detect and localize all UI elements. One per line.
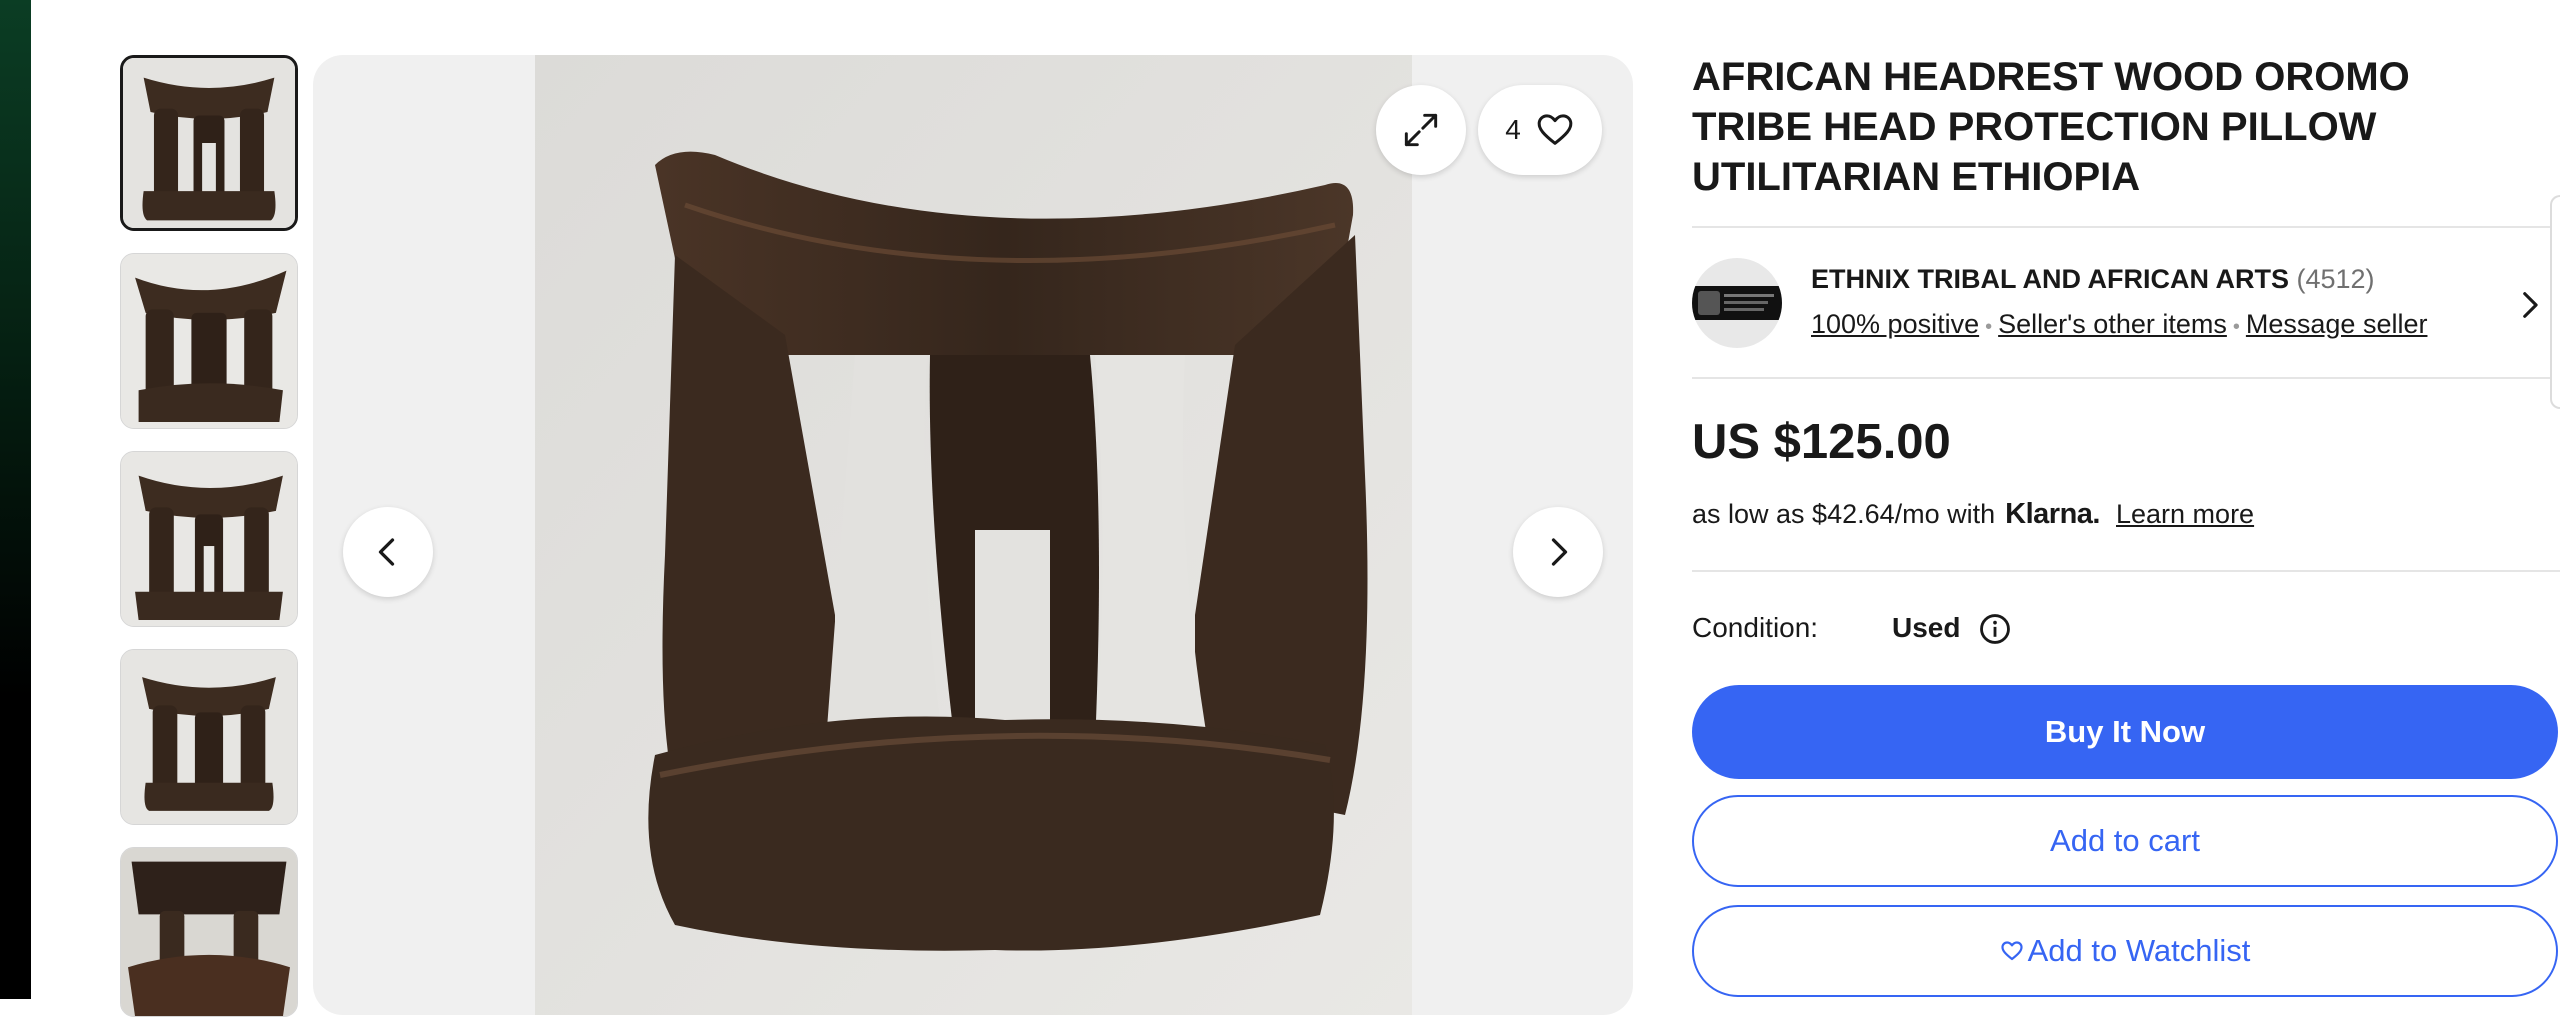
installment-text: as low as $42.64/mo with	[1692, 499, 1996, 529]
next-image-button[interactable]	[1513, 507, 1603, 597]
heart-icon	[1537, 114, 1573, 145]
seller-avatar[interactable]	[1692, 258, 1782, 348]
expand-icon	[1404, 113, 1438, 147]
thumbnail-image	[121, 650, 297, 824]
seller-positive-link[interactable]: 100% positive	[1811, 309, 1979, 339]
installment-info: as low as $42.64/mo with Klarna. Learn m…	[1692, 498, 2254, 531]
thumbnail-image	[121, 452, 297, 626]
add-to-cart-label: Add to cart	[2050, 823, 2200, 858]
seller-other-items-link[interactable]: Seller's other items	[1998, 309, 2227, 339]
main-product-photo[interactable]	[535, 55, 1412, 1015]
klarna-logo: Klarna.	[2005, 498, 2100, 530]
thumbnail-3[interactable]	[120, 451, 298, 627]
message-seller-link[interactable]: Message seller	[2246, 309, 2428, 339]
thumbnail-5[interactable]	[120, 847, 298, 1017]
chevron-right-icon[interactable]	[2512, 285, 2546, 325]
condition-label: Condition:	[1692, 612, 1819, 643]
condition-value: Used	[1892, 612, 1961, 643]
watch-count: 4	[1505, 114, 1521, 145]
learn-more-link[interactable]: Learn more	[2116, 499, 2254, 530]
divider	[1692, 377, 2560, 379]
expand-button[interactable]	[1376, 85, 1466, 175]
chevron-right-icon	[1551, 538, 1568, 566]
buy-it-now-button[interactable]: Buy It Now	[1692, 685, 2558, 779]
divider	[1692, 570, 2560, 572]
thumbnail-image	[121, 848, 297, 1016]
seller-info: ETHNIX TRIBAL AND AFRICAN ARTS (4512)	[1811, 264, 2375, 295]
heart-icon	[2000, 941, 2023, 961]
seller-feedback-count: (4512)	[2296, 264, 2375, 294]
item-price: US $125.00	[1692, 415, 1951, 469]
add-to-watchlist-button[interactable]: Add to Watchlist	[1692, 905, 2558, 997]
seller-logo-image	[1692, 286, 1782, 320]
thumbnail-2[interactable]	[120, 253, 298, 429]
buy-it-now-label: Buy It Now	[2044, 714, 2206, 749]
info-icon[interactable]	[1978, 612, 2012, 646]
thumbnail-image	[123, 58, 295, 228]
side-panel-edge	[2550, 195, 2560, 409]
thumbnail-1[interactable]	[120, 55, 298, 231]
seller-name[interactable]: ETHNIX TRIBAL AND AFRICAN ARTS	[1811, 264, 2289, 294]
seller-links: 100% positive • Seller's other items • Messa…	[1811, 309, 2427, 340]
previous-image-button[interactable]	[343, 507, 433, 597]
separator-dot: •	[2232, 316, 2240, 338]
headrest-photo	[535, 55, 1412, 1015]
chevron-left-icon	[378, 538, 395, 566]
background-window-strip	[0, 0, 31, 999]
listing-title: AFRICAN HEADREST WOOD OROMO TRIBE HEAD P…	[1692, 55, 2410, 199]
watch-count-button[interactable]: 4	[1478, 85, 1602, 175]
thumbnail-4[interactable]	[120, 649, 298, 825]
divider	[1692, 226, 2560, 228]
add-to-watchlist-label: Add to Watchlist	[2027, 933, 2251, 968]
image-gallery: 4	[313, 55, 1633, 1015]
separator-dot: •	[1985, 316, 1993, 338]
thumbnail-image	[121, 254, 297, 428]
add-to-cart-button[interactable]: Add to cart	[1692, 795, 2558, 887]
